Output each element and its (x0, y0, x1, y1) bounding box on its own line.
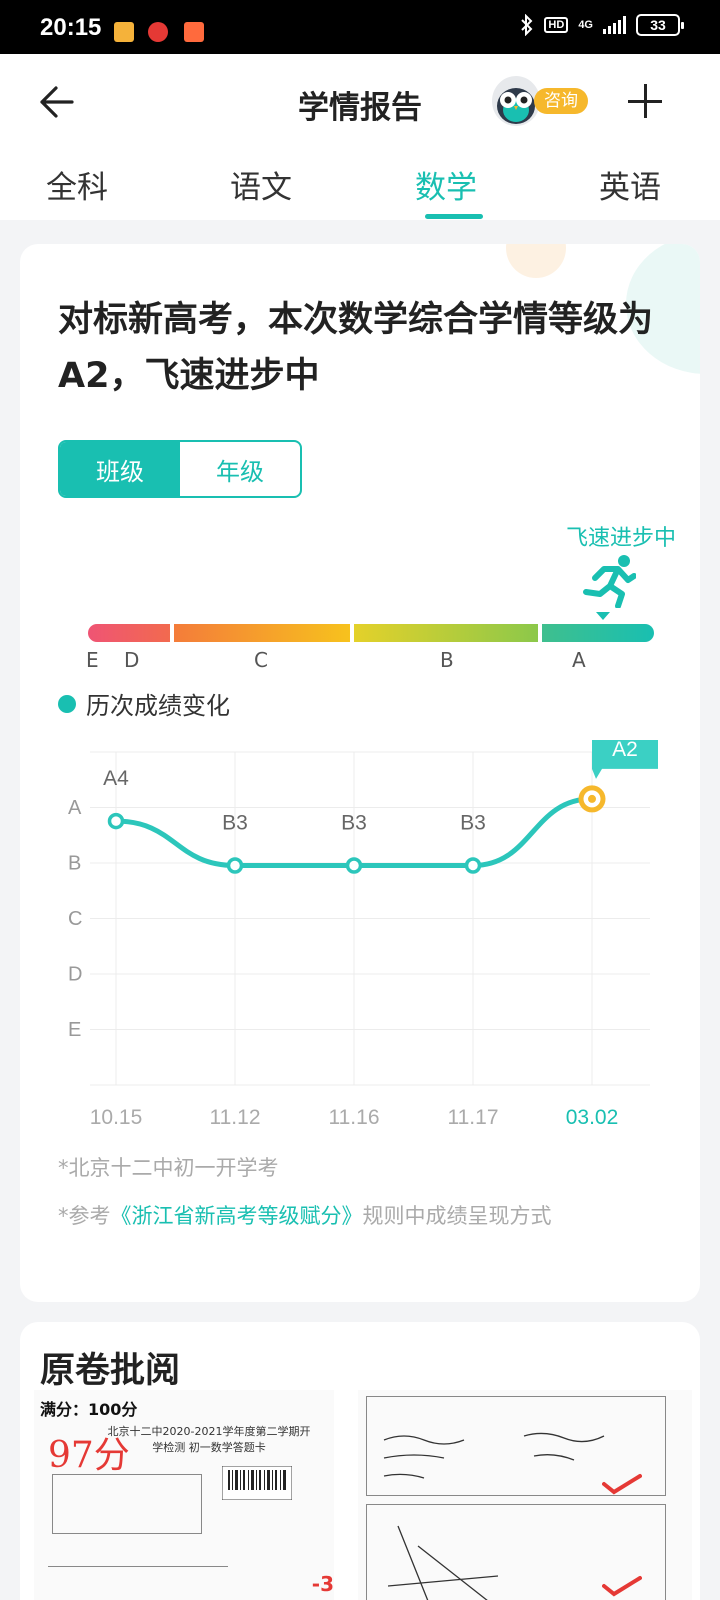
data-label: A4 (103, 767, 129, 790)
deduction-mark: -3 (311, 1572, 334, 1596)
grade-scale-bar (88, 624, 654, 642)
x-tick-label: 10.15 (90, 1106, 143, 1129)
status-time: 20:15 (40, 14, 102, 41)
grade-label-a: A (572, 648, 586, 672)
exam-source-note: *北京十二中初一开学考 (58, 1156, 279, 1180)
grade-segment-b (354, 624, 538, 642)
y-tick-label: B (68, 853, 81, 875)
add-icon[interactable] (628, 84, 662, 118)
progress-status-label: 飞速进步中 (565, 526, 676, 551)
value-tooltip-label: A2 (612, 740, 638, 761)
data-point-center (588, 794, 596, 803)
y-tick-label: C (68, 908, 82, 930)
geometry-figure (388, 1525, 498, 1600)
data-label: B3 (222, 812, 248, 835)
barcode-icon (222, 1466, 292, 1500)
owl-avatar (492, 76, 540, 126)
battery-icon: 33 (636, 14, 684, 36)
grade-segment-a (542, 624, 654, 642)
chart-legend: 历次成绩变化 (58, 686, 230, 721)
grade-label-c: C (254, 648, 268, 672)
data-point (226, 857, 244, 874)
battery-level: 33 (650, 17, 666, 33)
decorative-circle (506, 244, 566, 278)
shopping-notification-icon (184, 22, 204, 42)
grade-segment-c (174, 624, 350, 642)
y-tick-label: E (68, 1019, 81, 1041)
status-bar: 20:15 HD 4G 33 (0, 0, 720, 54)
rule-suffix: 规则中成绩呈现方式 (362, 1204, 552, 1228)
x-tick-label: 11.12 (210, 1106, 261, 1129)
score-history-chart: A B C D E 10.15 11.12 11.16 11.17 03.02 A4 B3 B3 B3 A2 (68, 740, 658, 1129)
y-tick-label: A (68, 797, 82, 819)
status-indicators: HD 4G 33 (520, 14, 684, 36)
x-tick-label: 11.16 (329, 1106, 380, 1129)
consult-button[interactable]: 咨询 (492, 76, 590, 126)
x-tick-label: 03.02 (566, 1106, 619, 1129)
message-notification-icon (114, 22, 134, 42)
x-tick-label: 11.17 (448, 1106, 499, 1129)
active-tab-indicator (425, 214, 483, 219)
hd-badge: HD (544, 17, 569, 33)
grade-label-d: D (124, 648, 140, 672)
grade-label-b: B (440, 648, 454, 672)
network-type: 4G (578, 19, 593, 31)
paper-review-card: 原卷批阅 满分：100分 97分 北京十二中2020-2021学年度第二学期开学… (20, 1322, 700, 1600)
grade-label-e: E (86, 648, 99, 672)
running-person-icon (583, 555, 636, 608)
instructions-box (52, 1474, 202, 1534)
rule-prefix: *参考 (58, 1204, 111, 1228)
answer-grid (48, 1566, 228, 1600)
app-header: 学情报告 咨询 全科 语文 数学 英语 (0, 54, 720, 220)
data-point (107, 812, 125, 830)
exam-heading: 北京十二中2020-2021学年度第二学期开学检测 初一数学答题卡 (107, 1425, 311, 1454)
signal-icon (603, 16, 626, 34)
tab-english[interactable]: 英语 (599, 162, 661, 207)
subject-tabs: 全科 语文 数学 英语 (0, 162, 720, 220)
rule-reference-note: *参考《浙江省新高考等级赋分》规则中成绩呈现方式 (58, 1200, 552, 1230)
report-card: 对标新高考，本次数学综合学情等级为A2，飞速进步中 班级 年级 飞速进步中 E … (20, 244, 700, 1302)
current-grade-marker (596, 612, 611, 620)
check-mark-icon (602, 1576, 642, 1597)
data-label: B3 (341, 812, 367, 835)
grade-segment-ed (88, 624, 170, 642)
check-mark-icon (602, 1474, 642, 1495)
bluetooth-icon (521, 14, 533, 36)
tab-all[interactable]: 全科 (46, 162, 108, 207)
legend-dot (58, 694, 76, 713)
answer-sheet-thumbnail[interactable]: 满分：100分 97分 北京十二中2020-2021学年度第二学期开学检测 初一… (34, 1390, 334, 1600)
data-point (345, 857, 363, 874)
legend-label: 历次成绩变化 (86, 692, 230, 720)
report-headline: 对标新高考，本次数学综合学情等级为A2，飞速进步中 (58, 300, 654, 396)
toggle-grade[interactable]: 年级 (180, 442, 300, 496)
tab-chinese[interactable]: 语文 (230, 162, 292, 207)
answer-page-thumbnail[interactable] (358, 1390, 692, 1600)
tab-math[interactable]: 数学 (415, 162, 477, 207)
music-notification-icon (148, 22, 168, 42)
page-title: 学情报告 (298, 90, 422, 126)
consult-label: 咨询 (534, 88, 588, 114)
paper-review-title: 原卷批阅 (40, 1351, 181, 1391)
scope-toggle: 班级 年级 (58, 440, 302, 498)
y-tick-label: D (68, 964, 82, 986)
total-score: 满分：100分 (40, 1400, 138, 1419)
data-point (464, 857, 482, 874)
toggle-class[interactable]: 班级 (60, 442, 180, 496)
data-label: B3 (460, 812, 486, 835)
rule-link[interactable]: 《浙江省新高考等级赋分》 (111, 1204, 363, 1228)
